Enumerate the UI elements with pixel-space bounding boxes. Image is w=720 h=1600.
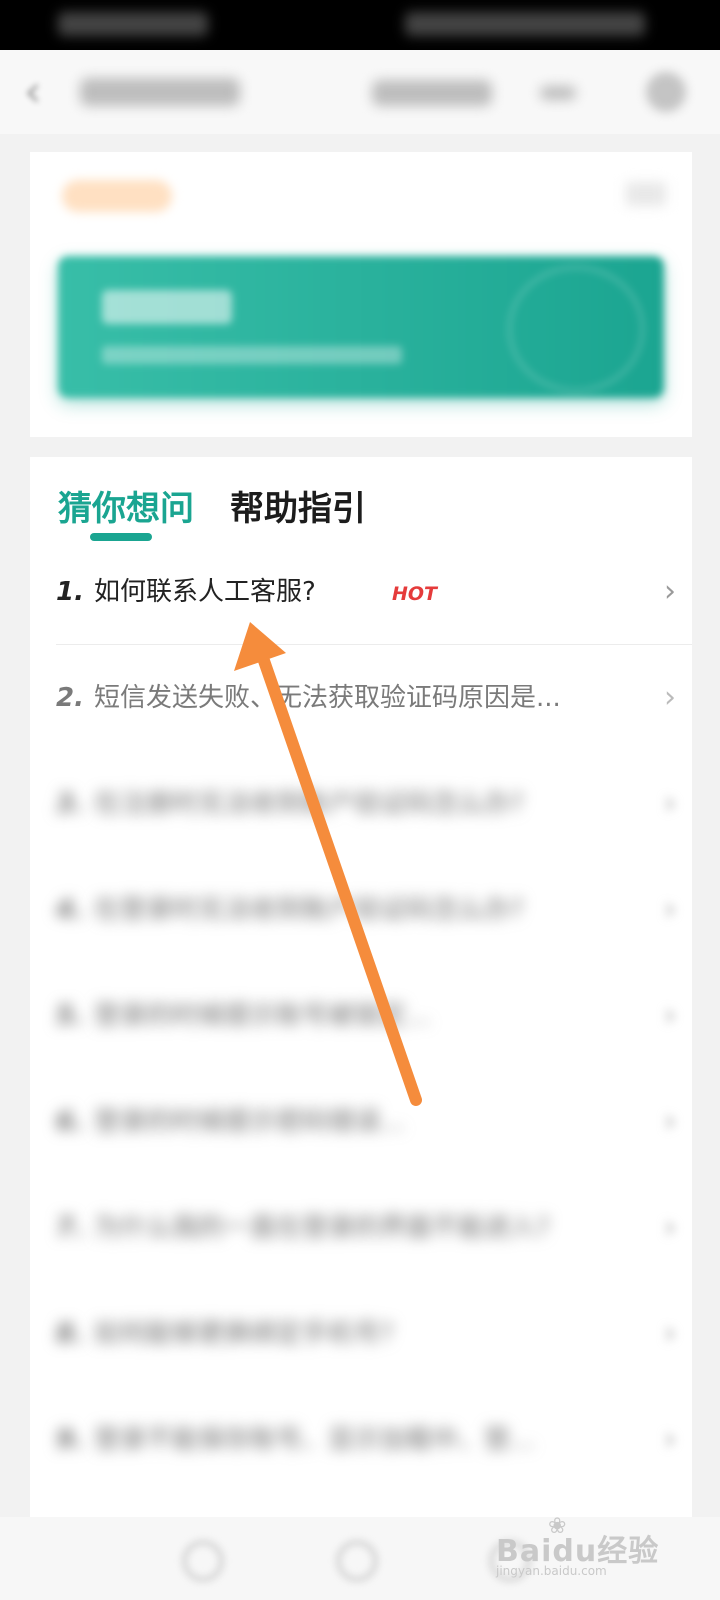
question-number: 2. [56,683,84,713]
nav-link-blur[interactable] [372,80,492,106]
chevron-right-icon: › [664,786,676,821]
chevron-right-icon: › [664,892,676,927]
question-text: 为什么我的一直在登录的界面不能进入? [94,1213,550,1243]
watermark-url: jingyan.baidu.com [496,1564,607,1578]
question-item[interactable]: 4. 在登录时无法收到账户验证码怎么办? › [56,857,692,963]
question-item[interactable]: 1. 如何联系人工客服? HOT › [56,539,692,645]
chevron-right-icon: › [664,1210,676,1245]
card-tag-blur [62,180,172,212]
question-number: 1. [56,577,84,607]
chevron-right-icon: › [664,1422,676,1457]
question-text: 登录的时候提示账号被锁定... [94,1001,431,1031]
status-bar [0,0,720,50]
question-text: 登录的时候提示密码错误... [94,1107,405,1137]
question-text: 在登录时无法收到账户验证码怎么办? [94,895,524,925]
nav-bar: ‹ [0,50,720,134]
nav-title-blur [80,78,240,106]
chevron-right-icon: › [664,998,676,1033]
tab-help-guide[interactable]: 帮助指引 [230,484,366,534]
back-icon[interactable]: ‹ [24,70,64,114]
chevron-right-icon: › [664,574,676,609]
banner-title-blur [102,290,232,324]
question-number: 5. [56,1001,84,1031]
question-number: 8. [56,1319,84,1349]
feedback-banner[interactable] [58,256,664,398]
question-item[interactable]: 6. 登录的时候提示密码错误... › [56,1069,692,1175]
faq-card: 猜你想问 帮助指引 1. 如何联系人工客服? HOT › 2. 短信发送失败、无… [30,457,692,1517]
question-text: 如何能够更换绑定手机号? [94,1319,394,1349]
question-item[interactable]: 7. 为什么我的一直在登录的界面不能进入? › [56,1175,692,1281]
hot-badge: HOT [392,583,438,605]
chevron-right-icon: › [664,1316,676,1351]
question-text: 短信发送失败、无法获取验证码原因是... [94,683,561,713]
question-number: 9. [56,1425,84,1455]
question-text: 如何联系人工客服? [94,577,316,607]
question-number: 3. [56,789,84,819]
chevron-right-icon: › [664,1104,676,1139]
question-item[interactable]: 3. 在注册时无法收到账户验证码怎么办? › [56,751,692,857]
question-number: 4. [56,895,84,925]
question-number: 7. [56,1213,84,1243]
question-number: 6. [56,1107,84,1137]
status-time-blur [58,12,208,36]
banner-decoration [508,266,644,392]
question-item[interactable]: 5. 登录的时候提示账号被锁定... › [56,963,692,1069]
watermark: ❀ Baidu经验 jingyan.baidu.com [496,1514,676,1586]
question-item[interactable]: 8. 如何能够更换绑定手机号? › [56,1281,692,1387]
tab-guess-questions[interactable]: 猜你想问 [58,484,194,534]
nav-menu-icon[interactable] [183,1541,223,1581]
gear-icon[interactable] [646,72,686,112]
card-more-blur[interactable] [626,182,666,206]
chevron-right-icon: › [664,680,676,715]
question-text: 在注册时无法收到账户验证码怎么办? [94,789,524,819]
banner-subtitle-blur [102,346,402,364]
status-icons-blur [405,12,645,36]
question-item[interactable]: 9. 登录不能保存账号、显示加载中、登... › [56,1387,692,1493]
more-icon[interactable] [540,86,576,100]
nav-home-icon[interactable] [337,1541,377,1581]
question-text: 登录不能保存账号、显示加载中、登... [94,1425,535,1455]
question-item[interactable]: 2. 短信发送失败、无法获取验证码原因是... › [56,645,692,751]
feedback-card [30,152,692,437]
